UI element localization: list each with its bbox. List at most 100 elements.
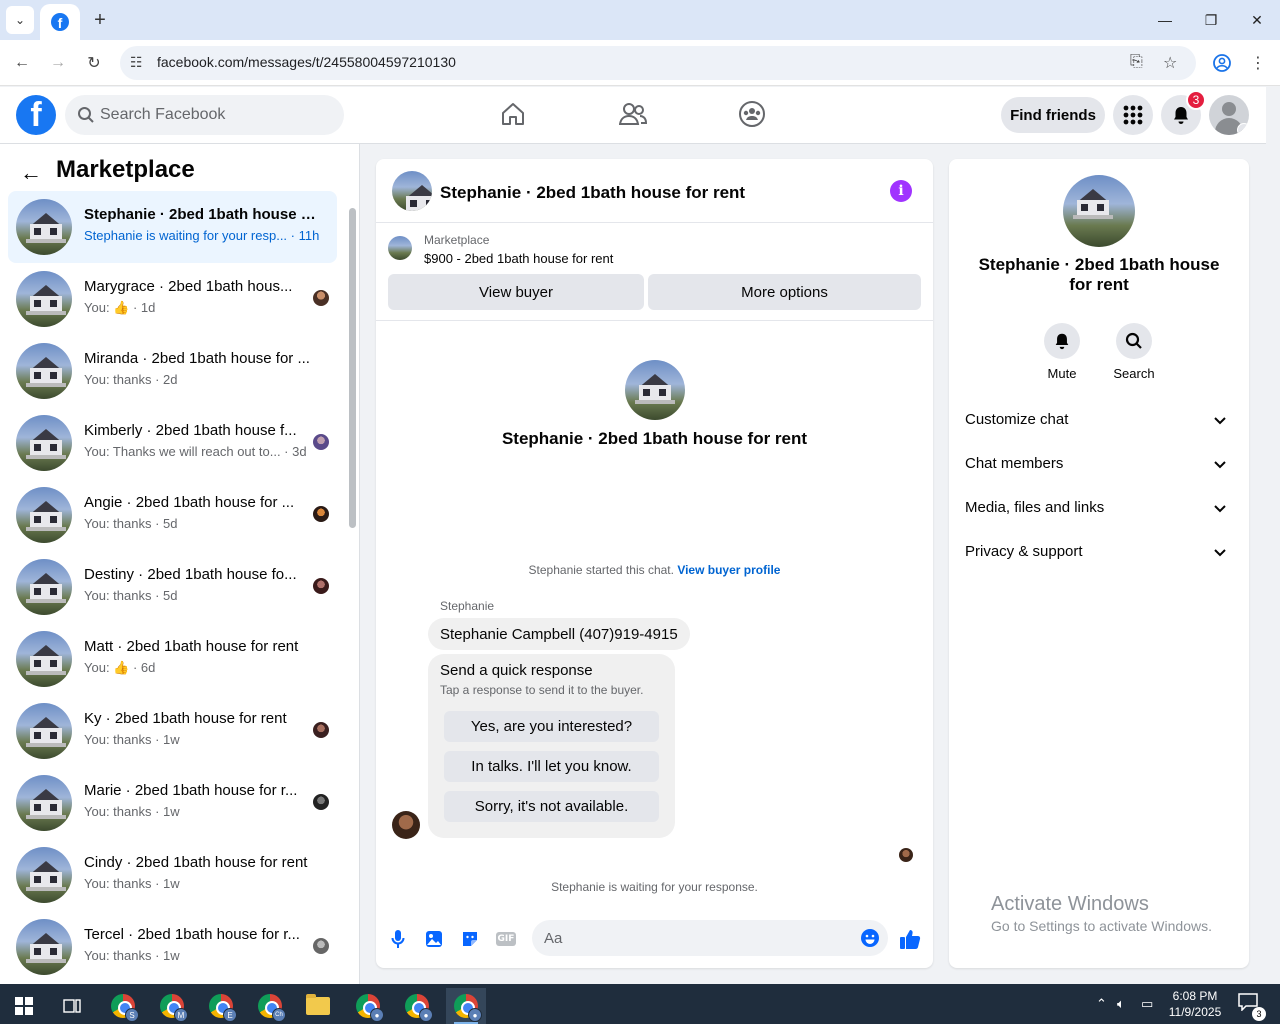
listing-thumbnail bbox=[388, 236, 412, 260]
chat-avatar[interactable] bbox=[392, 171, 432, 211]
conversation-name: Ky · 2bed 1bath house for rent bbox=[84, 710, 287, 727]
media-files-links-row[interactable]: Media, files and links bbox=[965, 499, 1233, 529]
taskbar-chrome-profile-2[interactable]: ● bbox=[397, 988, 437, 1024]
more-options-button[interactable]: More options bbox=[648, 274, 921, 310]
bell-icon bbox=[1044, 323, 1080, 359]
menu-grid-icon[interactable] bbox=[1113, 95, 1153, 135]
listing-thumbnail bbox=[16, 271, 72, 327]
search-label: Search bbox=[1113, 366, 1155, 381]
volume-icon[interactable]: 🔈︎ bbox=[1117, 996, 1125, 1012]
facebook-search-input[interactable]: Search Facebook bbox=[65, 95, 344, 135]
conversation-item[interactable]: Stephanie · 2bed 1bath house fo... Steph… bbox=[8, 191, 337, 263]
sender-avatar[interactable] bbox=[392, 811, 420, 839]
view-buyer-profile-link[interactable]: View buyer profile bbox=[677, 563, 780, 577]
friends-icon[interactable] bbox=[618, 99, 648, 129]
conversation-snippet: You: thanks · 1w bbox=[84, 804, 180, 819]
seen-avatar bbox=[313, 434, 329, 450]
site-info-icon[interactable]: ☷ bbox=[130, 54, 143, 71]
taskbar-chrome-m[interactable]: M bbox=[152, 988, 192, 1024]
back-icon[interactable]: ← bbox=[9, 50, 35, 76]
profile-icon[interactable] bbox=[1209, 50, 1235, 76]
find-friends-button[interactable]: Find friends bbox=[1001, 97, 1105, 133]
new-tab-button[interactable]: + bbox=[88, 8, 112, 32]
chrome-icon: S bbox=[111, 994, 139, 1022]
action-center-icon[interactable]: 3 bbox=[1238, 993, 1266, 1021]
windows-taskbar: S M E Ch ● ● ● ⌃ 🔈︎ ▭ 6:08 PM 11/9/2025 … bbox=[0, 984, 1280, 1024]
taskbar-chrome-s[interactable]: S bbox=[103, 988, 143, 1024]
gif-icon[interactable]: GIF bbox=[494, 927, 518, 951]
bookmark-star-icon[interactable]: ☆ bbox=[1163, 53, 1177, 73]
tab-facebook[interactable]: f bbox=[40, 4, 80, 40]
conversation-item[interactable]: Ky · 2bed 1bath house for rent You: than… bbox=[8, 695, 337, 767]
groups-icon[interactable] bbox=[737, 99, 767, 129]
conversation-item[interactable]: Marie · 2bed 1bath house for r... You: t… bbox=[8, 767, 337, 839]
sidebar-scrollbar-thumb[interactable] bbox=[349, 208, 356, 528]
seen-avatar bbox=[313, 578, 329, 594]
photo-icon[interactable] bbox=[422, 927, 446, 951]
conversation-item[interactable]: Angie · 2bed 1bath house for ... You: th… bbox=[8, 479, 337, 551]
conversation-name: Tercel · 2bed 1bath house for r... bbox=[84, 926, 300, 943]
sticker-icon[interactable] bbox=[458, 927, 482, 951]
close-window-icon[interactable]: ✕ bbox=[1234, 0, 1280, 40]
chevron-down-icon bbox=[1214, 461, 1226, 469]
taskbar-chrome-profile-1[interactable]: ● bbox=[348, 988, 388, 1024]
conversation-item[interactable]: Marygrace · 2bed 1bath hous... You: 👍 · … bbox=[8, 263, 337, 335]
conversation-item[interactable]: Matt · 2bed 1bath house for rent You: 👍 … bbox=[8, 623, 337, 695]
url-omnibox[interactable]: ☷ facebook.com/messages/t/24558004597210… bbox=[120, 46, 1196, 80]
quick-response-option[interactable]: Yes, are you interested? bbox=[444, 711, 659, 742]
back-arrow-icon[interactable]: ← bbox=[20, 160, 42, 186]
listing-title[interactable]: $900 - 2bed 1bath house for rent bbox=[424, 251, 613, 266]
conversation-item[interactable]: Tercel · 2bed 1bath house for r... You: … bbox=[8, 911, 337, 983]
message-bubble[interactable]: Stephanie Campbell (407)919-4915 bbox=[428, 618, 690, 650]
microphone-icon[interactable] bbox=[386, 927, 410, 951]
chat-title[interactable]: Stephanie · 2bed 1bath house for rent bbox=[440, 183, 745, 203]
message-input[interactable]: Aa bbox=[532, 920, 888, 956]
emoji-icon[interactable] bbox=[860, 928, 880, 948]
tray-chevron-up-icon[interactable]: ⌃ bbox=[1096, 996, 1107, 1012]
forward-icon[interactable]: → bbox=[45, 50, 71, 76]
conversation-item[interactable]: Kimberly · 2bed 1bath house f... You: Th… bbox=[8, 407, 337, 479]
sender-name: Stephanie bbox=[440, 599, 495, 613]
search-in-chat-button[interactable]: Search bbox=[1104, 323, 1164, 381]
customize-chat-row[interactable]: Customize chat bbox=[965, 411, 1233, 441]
restore-icon[interactable]: ❐ bbox=[1188, 0, 1234, 40]
conversation-snippet: You: thanks · 1w bbox=[84, 732, 180, 747]
seen-avatar bbox=[313, 290, 329, 306]
view-buyer-button[interactable]: View buyer bbox=[388, 274, 644, 310]
install-app-icon[interactable]: ⎘ bbox=[1130, 53, 1143, 71]
seen-avatar bbox=[899, 848, 913, 862]
quick-response-subtitle: Tap a response to send it to the buyer. bbox=[440, 683, 644, 697]
reload-icon[interactable]: ↻ bbox=[81, 50, 107, 76]
conversation-item[interactable]: Cindy · 2bed 1bath house for rent You: t… bbox=[8, 839, 337, 911]
page-scrollbar[interactable] bbox=[1266, 87, 1280, 984]
conversation-info-panel: Stephanie · 2bed 1bath house for rent Mu… bbox=[949, 159, 1249, 968]
tab-search-chevron-icon[interactable]: ⌄ bbox=[6, 6, 34, 34]
home-icon[interactable] bbox=[498, 99, 528, 129]
taskbar-file-explorer[interactable] bbox=[298, 988, 338, 1024]
task-view-icon[interactable] bbox=[52, 988, 92, 1024]
taskbar-chrome-active[interactable]: ● bbox=[446, 988, 486, 1024]
facebook-favicon-icon: f bbox=[51, 13, 69, 31]
taskbar-clock[interactable]: 6:08 PM 11/9/2025 bbox=[1164, 988, 1226, 1020]
like-thumb-icon[interactable] bbox=[898, 927, 922, 951]
quick-response-option[interactable]: Sorry, it's not available. bbox=[444, 791, 659, 822]
mute-button[interactable]: Mute bbox=[1032, 323, 1092, 381]
marketplace-listing-bar: Marketplace $900 - 2bed 1bath house for … bbox=[376, 224, 933, 321]
windows-start-icon[interactable] bbox=[4, 988, 44, 1024]
quick-response-option[interactable]: In talks. I'll let you know. bbox=[444, 751, 659, 782]
info-icon[interactable]: i bbox=[890, 180, 912, 202]
chat-members-row[interactable]: Chat members bbox=[965, 455, 1233, 485]
taskbar-chrome-ch[interactable]: Ch bbox=[250, 988, 290, 1024]
listing-thumbnail bbox=[16, 703, 72, 759]
conversation-item[interactable]: Destiny · 2bed 1bath house fo... You: th… bbox=[8, 551, 337, 623]
minimize-icon[interactable]: — bbox=[1142, 0, 1188, 40]
conversation-item[interactable]: Miranda · 2bed 1bath house for ... You: … bbox=[8, 335, 337, 407]
network-icon[interactable]: ▭ bbox=[1141, 996, 1153, 1012]
url-text[interactable]: facebook.com/messages/t/2455800459721013… bbox=[157, 54, 456, 70]
account-avatar[interactable]: ⌄ bbox=[1209, 95, 1249, 135]
taskbar-chrome-e[interactable]: E bbox=[201, 988, 241, 1024]
browser-menu-icon[interactable]: ⋮ bbox=[1245, 50, 1271, 76]
clock-date: 11/9/2025 bbox=[1168, 1005, 1222, 1019]
privacy-support-row[interactable]: Privacy & support bbox=[965, 543, 1233, 573]
facebook-logo-icon[interactable]: f bbox=[16, 95, 56, 135]
